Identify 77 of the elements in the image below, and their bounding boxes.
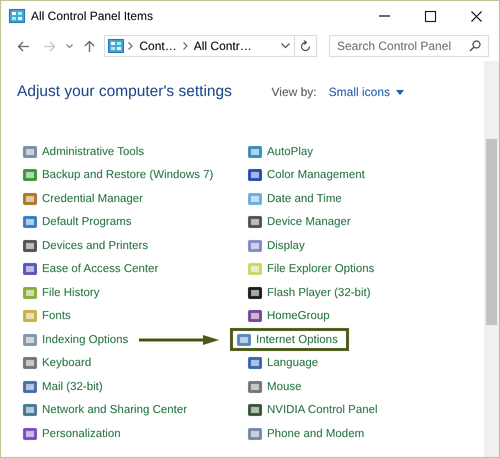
control-panel-link[interactable]: Network and Sharing Center [17, 398, 198, 422]
page-heading: Adjust your computer's settings [17, 83, 233, 101]
chevron-down-icon [66, 44, 74, 48]
minimize-icon [378, 15, 390, 17]
caret-icon [396, 90, 404, 94]
chevron-right-icon [182, 42, 188, 50]
control-panel-link[interactable]: Credential Manager [17, 187, 154, 210]
applet-icon [22, 214, 38, 230]
control-panel-link[interactable]: Date and Time [242, 187, 352, 210]
applet-icon [22, 308, 38, 324]
control-panel-link[interactable]: Indexing Options [17, 328, 138, 352]
applet-icon [22, 144, 38, 160]
control-panel-icon [9, 9, 25, 23]
applet-icon [247, 214, 263, 230]
breadcrumb[interactable]: Cont… [139, 39, 177, 53]
control-panel-link[interactable]: Administrative Tools [17, 140, 154, 164]
applet-icon [247, 426, 263, 442]
forward-arrow-icon [43, 40, 56, 52]
applet-icon [22, 378, 38, 395]
applet-icon [22, 238, 38, 254]
applet-icon [247, 238, 263, 254]
applet-icon [22, 355, 38, 372]
applet-icon [247, 261, 263, 278]
control-panel-link[interactable]: Keyboard [17, 352, 102, 375]
control-panel-link[interactable]: Mail (32-bit) [17, 375, 113, 398]
applet-icon [247, 167, 263, 184]
applet-icon [22, 284, 38, 301]
applet-icon [247, 355, 263, 372]
control-panel-link[interactable]: Devices and Printers [17, 234, 158, 258]
refresh-icon [300, 40, 312, 52]
applet-icon [22, 261, 38, 278]
applet-icon [247, 190, 263, 207]
applet-icon [22, 332, 38, 348]
refresh-button[interactable] [295, 35, 317, 57]
view-by-dropdown[interactable]: Small icons [328, 85, 404, 99]
applet-icon [247, 308, 263, 324]
applet-icon [247, 284, 263, 301]
applet-icon [247, 402, 263, 418]
control-panel-link[interactable]: Display [242, 234, 315, 258]
control-panel-icon [108, 39, 124, 53]
control-panel-link[interactable]: Internet Options [230, 328, 349, 352]
breadcrumb[interactable]: All Contr… [194, 39, 252, 53]
applet-icon [22, 190, 38, 207]
view-by-label: View by: [272, 85, 317, 99]
back-arrow-icon [17, 40, 30, 52]
control-panel-link[interactable]: NVIDIA Control Panel [242, 398, 388, 422]
close-icon [470, 10, 482, 22]
control-panel-link[interactable]: Ease of Access Center [17, 258, 168, 281]
control-panel-link[interactable]: Default Programs [17, 210, 142, 234]
control-panel-link[interactable]: File History [17, 281, 110, 304]
control-panel-link[interactable]: Personalization [17, 422, 131, 446]
control-panel-link[interactable]: Backup and Restore (Windows 7) [17, 164, 224, 187]
applet-icon [22, 426, 38, 442]
applet-icon [22, 402, 38, 418]
control-panel-link[interactable]: AutoPlay [242, 140, 324, 164]
applet-icon [247, 144, 263, 160]
control-panel-link[interactable]: Mouse [242, 375, 312, 398]
control-panel-link[interactable]: Fonts [17, 304, 81, 328]
search-field[interactable]: Search Control Panel [329, 35, 489, 57]
scrollbar-thumb[interactable] [486, 139, 497, 325]
control-panel-link[interactable]: HomeGroup [242, 304, 340, 328]
control-panel-link[interactable]: Color Management [242, 164, 375, 187]
search-icon [469, 40, 481, 52]
window-title: All Control Panel Items [31, 9, 154, 23]
control-panel-link[interactable]: Language [242, 352, 328, 375]
applet-icon [236, 332, 252, 348]
address-bar[interactable]: Cont… All Contr… [104, 35, 296, 57]
scrollbar[interactable] [484, 61, 499, 457]
applet-icon [247, 378, 263, 395]
control-panel-link[interactable]: File Explorer Options [242, 258, 384, 281]
chevron-right-icon [128, 42, 134, 50]
maximize-icon [424, 10, 436, 22]
control-panel-link[interactable]: Flash Player (32-bit) [242, 281, 381, 304]
applet-icon [22, 167, 38, 184]
control-panel-link[interactable]: Device Manager [242, 210, 361, 234]
control-panel-link[interactable]: Phone and Modem [242, 422, 374, 446]
up-arrow-icon [84, 40, 95, 52]
